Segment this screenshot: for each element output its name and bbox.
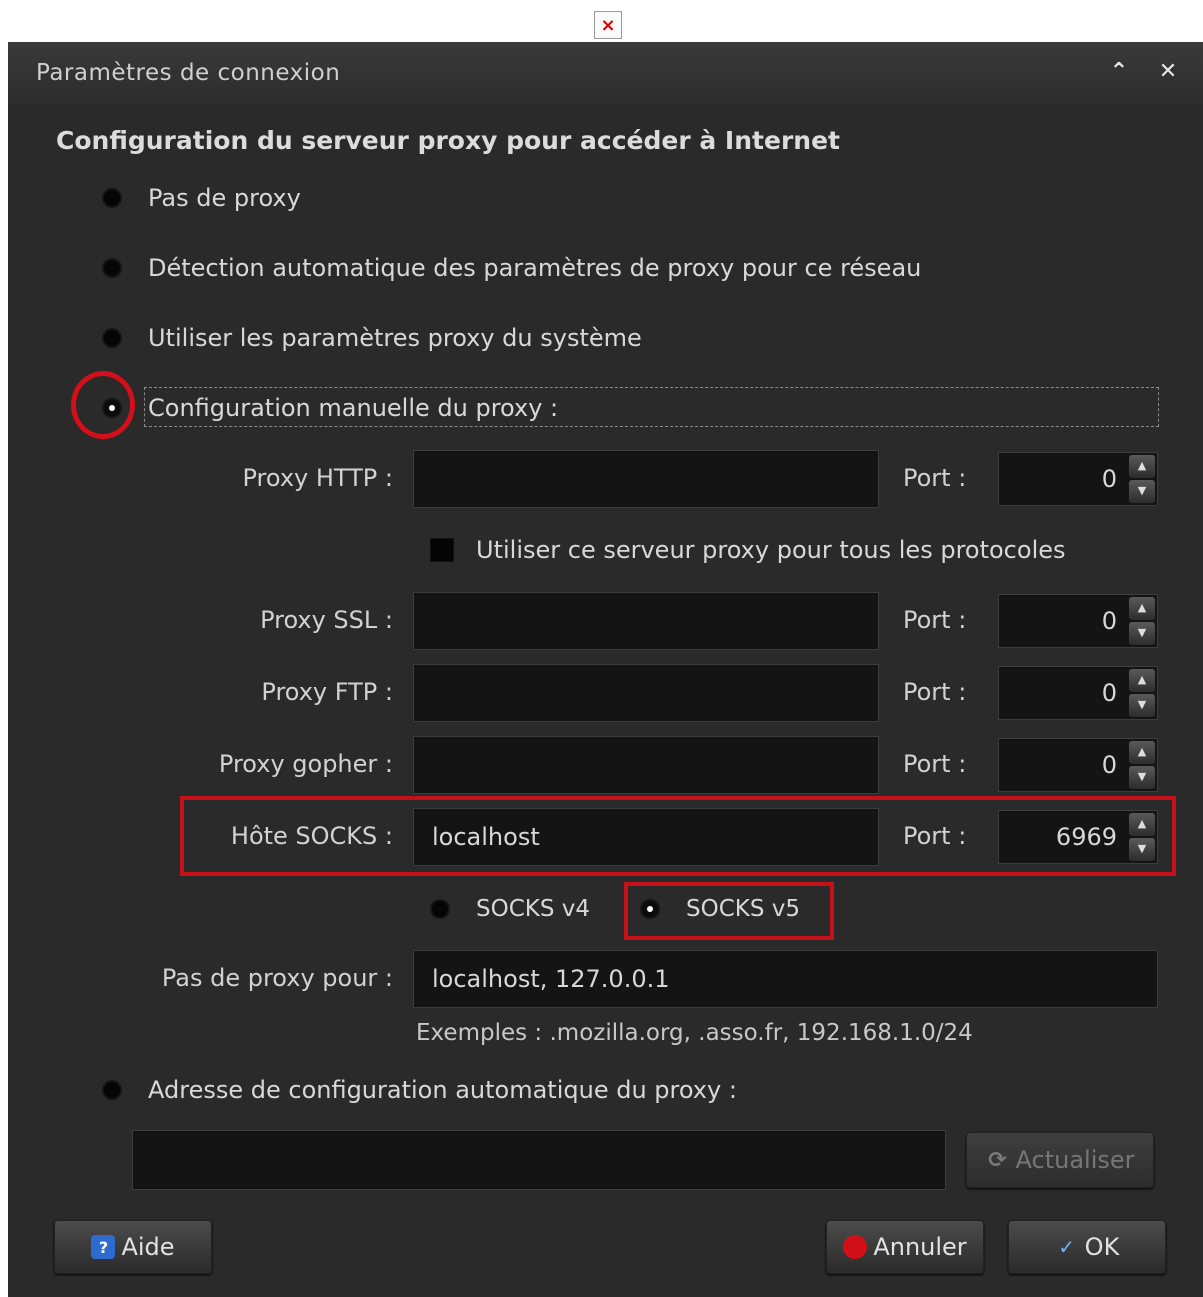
radio-label-socks-v4: SOCKS v4: [476, 896, 591, 922]
window-title: Paramètres de connexion: [36, 60, 341, 86]
ssl-port-stepper[interactable]: 0 ▲ ▼: [998, 594, 1158, 648]
http-proxy-input[interactable]: [413, 450, 879, 508]
cancel-icon: [843, 1235, 868, 1259]
titlebar: Paramètres de connexion ⌃ ✕: [8, 42, 1203, 104]
radio-button[interactable]: [104, 330, 120, 346]
auto-config-url-input[interactable]: [132, 1130, 946, 1190]
no-proxy-for-input[interactable]: localhost, 127.0.0.1: [413, 950, 1158, 1008]
arrow-up-icon[interactable]: ▲: [1129, 455, 1155, 479]
socks-port-label: Port :: [903, 822, 967, 850]
ftp-port-label: Port :: [903, 678, 967, 706]
arrow-up-icon[interactable]: ▲: [1129, 813, 1155, 837]
broken-image-icon: ×: [594, 11, 622, 39]
gopher-port-value: 0: [1101, 751, 1117, 779]
ok-button[interactable]: ✓ OK: [1008, 1220, 1166, 1274]
ftp-port-stepper[interactable]: 0 ▲ ▼: [998, 666, 1158, 720]
radio-button-checked[interactable]: [642, 901, 658, 917]
gopher-proxy-label: Proxy gopher :: [218, 750, 393, 778]
radio-button[interactable]: [432, 901, 448, 917]
socks-host-label: Hôte SOCKS :: [230, 822, 393, 850]
no-proxy-for-label: Pas de proxy pour :: [161, 964, 393, 992]
socks-port-stepper[interactable]: 6969 ▲ ▼: [998, 810, 1158, 864]
radio-label-auto-detect: Détection automatique des paramètres de …: [148, 254, 922, 282]
radio-no-proxy[interactable]: Pas de proxy: [104, 184, 301, 212]
ok-label: OK: [1084, 1233, 1120, 1261]
spin-arrows: ▲ ▼: [1129, 741, 1155, 789]
http-port-label: Port :: [903, 464, 967, 492]
help-icon: ?: [91, 1235, 116, 1259]
radio-label-manual: Configuration manuelle du proxy :: [148, 394, 559, 422]
connection-settings-dialog: Paramètres de connexion ⌃ ✕ Configuratio…: [8, 42, 1203, 1297]
spin-arrows: ▲ ▼: [1129, 813, 1155, 861]
ssl-port-value: 0: [1101, 607, 1117, 635]
ftp-port-value: 0: [1101, 679, 1117, 707]
arrow-down-icon[interactable]: ▼: [1129, 693, 1155, 717]
radio-button[interactable]: [104, 1082, 120, 1098]
radio-label-no-proxy: Pas de proxy: [148, 184, 301, 212]
close-icon[interactable]: ✕: [1155, 58, 1181, 86]
section-heading: Configuration du serveur proxy pour accé…: [56, 126, 840, 155]
cancel-button[interactable]: Annuler: [826, 1220, 984, 1274]
checkmark-icon: ✓: [1058, 1235, 1076, 1259]
refresh-button[interactable]: ⟳ Actualiser: [966, 1132, 1154, 1188]
http-port-stepper[interactable]: 0 ▲ ▼: [998, 452, 1158, 506]
gopher-port-label: Port :: [903, 750, 967, 778]
radio-system[interactable]: Utiliser les paramètres proxy du système: [104, 324, 642, 352]
arrow-up-icon[interactable]: ▲: [1129, 597, 1155, 621]
radio-button[interactable]: [104, 190, 120, 206]
ftp-proxy-input[interactable]: [413, 664, 879, 722]
radio-label-socks-v5: SOCKS v5: [686, 896, 801, 922]
spin-arrows: ▲ ▼: [1129, 455, 1155, 503]
highlight-circle: [71, 371, 135, 439]
help-label: Aide: [121, 1233, 175, 1261]
arrow-down-icon[interactable]: ▼: [1129, 621, 1155, 645]
help-button[interactable]: ? Aide: [54, 1220, 212, 1274]
ssl-proxy-label: Proxy SSL :: [260, 606, 393, 634]
arrow-down-icon[interactable]: ▼: [1129, 837, 1155, 861]
http-port-value: 0: [1101, 465, 1117, 493]
spin-arrows: ▲ ▼: [1129, 669, 1155, 717]
arrow-down-icon[interactable]: ▼: [1129, 479, 1155, 503]
ssl-proxy-input[interactable]: [413, 592, 879, 650]
radio-button[interactable]: [104, 260, 120, 276]
radio-manual[interactable]: Configuration manuelle du proxy :: [104, 394, 558, 422]
radio-auto-detect[interactable]: Détection automatique des paramètres de …: [104, 254, 921, 282]
gopher-port-stepper[interactable]: 0 ▲ ▼: [998, 738, 1158, 792]
arrow-up-icon[interactable]: ▲: [1129, 741, 1155, 765]
use-for-all-checkbox[interactable]: [430, 538, 454, 562]
http-proxy-label: Proxy HTTP :: [242, 464, 393, 492]
radio-auto-config-url[interactable]: Adresse de configuration automatique du …: [104, 1076, 737, 1104]
ssl-port-label: Port :: [903, 606, 967, 634]
refresh-label: Actualiser: [1015, 1146, 1135, 1174]
arrow-up-icon[interactable]: ▲: [1129, 669, 1155, 693]
roll-up-icon[interactable]: ⌃: [1106, 58, 1132, 86]
examples-hint: Exemples : .mozilla.org, .asso.fr, 192.1…: [416, 1020, 973, 1046]
arrow-down-icon[interactable]: ▼: [1129, 765, 1155, 789]
spin-arrows: ▲ ▼: [1129, 597, 1155, 645]
radio-label-auto-config-url: Adresse de configuration automatique du …: [148, 1076, 737, 1104]
cancel-label: Annuler: [873, 1233, 967, 1261]
use-for-all-label: Utiliser ce serveur proxy pour tous les …: [476, 536, 1066, 564]
radio-socks-v4[interactable]: SOCKS v4: [432, 896, 590, 922]
gopher-proxy-input[interactable]: [413, 736, 879, 794]
refresh-icon: ⟳: [988, 1147, 1007, 1173]
ftp-proxy-label: Proxy FTP :: [261, 678, 393, 706]
socks-host-input[interactable]: localhost: [413, 808, 879, 866]
radio-label-system: Utiliser les paramètres proxy du système: [148, 324, 642, 352]
socks-port-value: 6969: [1055, 823, 1117, 851]
radio-socks-v5[interactable]: SOCKS v5: [642, 896, 800, 922]
